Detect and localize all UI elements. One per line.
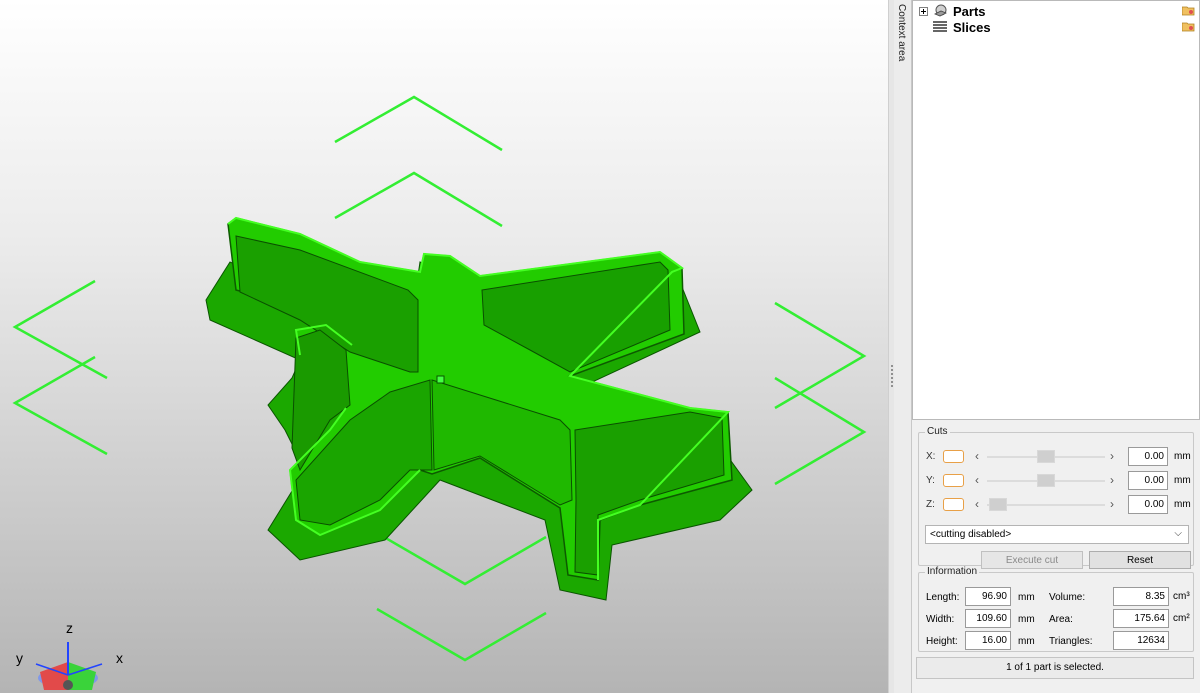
selection-status: 1 of 1 part is selected. [916,657,1194,679]
cuts-title: Cuts [925,426,950,437]
splitter-grip[interactable] [891,365,893,387]
slider-right-arrow[interactable]: › [1110,497,1114,511]
area-label: Area: [1049,614,1073,625]
unit-label: mm [1018,614,1035,625]
unit-label: mm [1174,475,1191,486]
unit-label: cm³ [1173,591,1190,602]
axis-label: Z: [926,499,935,510]
axis-label: X: [926,451,936,462]
cut-x-input[interactable]: 0.00 [1128,447,1168,466]
slider-left-arrow[interactable]: ‹ [975,497,979,511]
folder-icon[interactable] [1181,21,1195,32]
execute-cut-button[interactable]: Execute cut [981,551,1083,569]
cut-y-input[interactable]: 0.00 [1128,471,1168,490]
cut-plane-toggle-z[interactable] [943,498,964,511]
unit-label: mm [1018,636,1035,647]
slider-thumb[interactable] [1037,474,1055,487]
width-label: Width: [926,614,955,625]
axis-y-label: y [16,650,23,666]
tree-item-slices[interactable]: Slices [919,19,991,35]
axis-gizmo [35,642,103,690]
slider-thumb[interactable] [989,498,1007,511]
cuts-group: Cuts X: ‹ › 0.00 mm Y: ‹ › 0.00 mm Z: ‹ [918,426,1195,569]
axis-x-label: x [116,650,123,666]
scene-canvas[interactable] [0,0,888,693]
slider-thumb[interactable] [1037,450,1055,463]
airplane-cookie-cutter-model[interactable] [205,216,753,601]
cut-plane-toggle-y[interactable] [943,474,964,487]
reset-button[interactable]: Reset [1089,551,1191,569]
axis-z-label: z [66,620,73,636]
cutting-mode-select[interactable]: <cutting disabled> ⌵ [925,525,1189,544]
context-area-tab[interactable]: Context area [894,0,912,693]
triangles-value: 12634 [1113,631,1169,650]
tree-item-label: Slices [953,19,991,35]
cutting-mode-value: <cutting disabled> [930,529,1012,540]
height-label: Height: [926,636,958,647]
length-label: Length: [926,592,960,603]
slider-left-arrow[interactable]: ‹ [975,449,979,463]
width-value: 109.60 [965,609,1011,628]
volume-label: Volume: [1049,592,1086,603]
length-value: 96.90 [965,587,1011,606]
slider-right-arrow[interactable]: › [1110,473,1114,487]
right-panel: Parts Slices Cuts X: ‹ › 0.00 mm Y: ‹ › … [912,0,1200,693]
cut-row-x: X: ‹ › 0.00 mm [919,447,1195,467]
context-area-label: Context area [896,4,907,62]
triangles-label: Triangles: [1049,636,1093,647]
information-group: Information Length: 96.90 mm Volume: 8.3… [918,566,1194,652]
tree-item-parts[interactable]: Parts [919,3,986,19]
cut-z-input[interactable]: 0.00 [1128,495,1168,514]
cut-row-y: Y: ‹ › 0.00 mm [919,471,1195,491]
slider-right-arrow[interactable]: › [1110,449,1114,463]
axis-label: Y: [926,475,935,486]
height-value: 16.00 [965,631,1011,650]
information-title: Information [925,566,980,577]
parts-tree[interactable]: Parts Slices [912,0,1200,420]
tree-item-label: Parts [953,3,986,19]
unit-label: cm² [1173,613,1190,624]
area-value: 175.64 [1113,609,1169,628]
chevron-down-icon: ⌵ [1174,528,1182,539]
expand-icon[interactable] [919,6,928,16]
folder-icon[interactable] [1181,5,1195,16]
parts-icon [932,4,948,18]
unit-label: mm [1174,451,1191,462]
slices-icon [932,20,948,34]
3d-viewport[interactable]: z y x [0,0,888,693]
cut-row-z: Z: ‹ › 0.00 mm [919,495,1195,515]
unit-label: mm [1174,499,1191,510]
unit-label: mm [1018,592,1035,603]
slider-left-arrow[interactable]: ‹ [975,473,979,487]
pivot-marker [436,375,445,384]
cut-plane-toggle-x[interactable] [943,450,964,463]
volume-value: 8.35 [1113,587,1169,606]
